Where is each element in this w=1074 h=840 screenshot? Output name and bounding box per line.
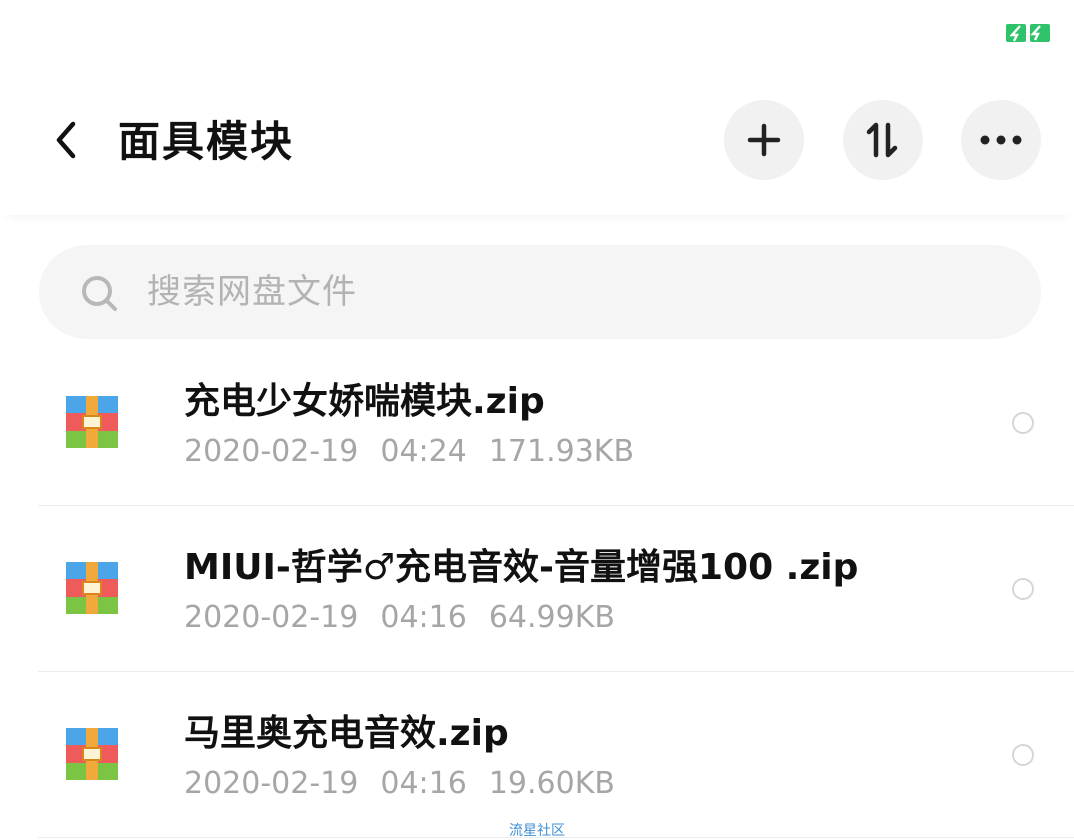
status-bar <box>0 0 1074 70</box>
page-title: 面具模块 <box>118 117 295 166</box>
file-time: 04:24 <box>380 434 467 469</box>
file-name: MIUI-哲学♂充电音效-音量增强100 .zip <box>184 547 859 588</box>
select-radio[interactable] <box>1012 578 1034 600</box>
search-placeholder: 搜索网盘文件 <box>147 272 357 312</box>
file-time: 04:16 <box>380 766 467 801</box>
search-icon <box>82 276 117 311</box>
chevron-left-icon <box>56 121 76 159</box>
select-radio[interactable] <box>1012 412 1034 434</box>
select-radio[interactable] <box>1012 744 1034 766</box>
battery-charging-icon <box>1006 24 1050 42</box>
file-meta: 2020-02-19 04:24 171.93KB <box>184 432 656 472</box>
file-list-item[interactable]: MIUI-哲学♂充电音效-音量增强100 .zip 2020-02-19 04:1… <box>0 506 1074 672</box>
sort-button[interactable] <box>843 100 923 180</box>
file-list-item[interactable]: 马里奥充电音效.zip 2020-02-19 04:16 19.60KB <box>0 672 1074 838</box>
file-meta: 2020-02-19 04:16 64.99KB <box>184 598 637 638</box>
more-button[interactable] <box>961 100 1041 180</box>
file-meta: 2020-02-19 04:16 19.60KB <box>184 764 637 804</box>
file-size: 171.93KB <box>488 434 635 469</box>
file-time: 04:16 <box>380 600 467 635</box>
top-app-bar: 面具模块 <box>0 70 1074 215</box>
file-list: 充电少女娇喘模块.zip 2020-02-19 04:24 171.93KB MIU… <box>0 340 1074 838</box>
plus-icon <box>747 123 781 157</box>
zip-archive-icon <box>66 396 118 448</box>
sort-icon <box>866 122 898 158</box>
file-size: 19.60KB <box>488 766 615 801</box>
file-size: 64.99KB <box>488 600 615 635</box>
more-dots-icon <box>980 135 1022 145</box>
zip-archive-icon <box>66 562 118 614</box>
back-button[interactable] <box>38 108 94 172</box>
file-date: 2020-02-19 <box>184 766 359 801</box>
file-name: 马里奥充电音效.zip <box>184 713 509 754</box>
watermark: 流星社区 <box>509 823 565 839</box>
file-date: 2020-02-19 <box>184 434 359 469</box>
file-list-item[interactable]: 充电少女娇喘模块.zip 2020-02-19 04:24 171.93KB <box>0 340 1074 506</box>
search-input[interactable]: 搜索网盘文件 <box>39 245 1041 339</box>
file-date: 2020-02-19 <box>184 600 359 635</box>
file-name: 充电少女娇喘模块.zip <box>184 381 545 422</box>
add-button[interactable] <box>724 100 804 180</box>
zip-archive-icon <box>66 728 118 780</box>
